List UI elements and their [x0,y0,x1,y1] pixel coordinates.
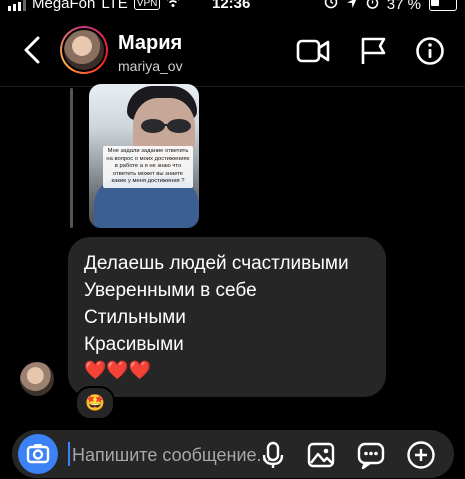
message-line: Делаешь людей счастливыми [84,253,349,274]
screen-lock-icon [324,0,338,13]
story-caption: Мне задали задание ответить на вопрос о … [103,146,193,188]
voice-message-button[interactable] [258,440,288,470]
vpn-badge: VPN [133,0,161,10]
gallery-button[interactable] [306,440,336,470]
microphone-icon [262,441,284,468]
location-icon [346,0,358,13]
story-thumbnail[interactable]: Мне задали задание ответить на вопрос о … [89,84,199,228]
chat-bubble-dots-icon [357,442,385,470]
message-line: Красивыми [84,334,184,355]
add-button[interactable] [406,440,436,470]
message-composer [12,430,454,478]
plus-circle-icon [407,441,435,469]
chevron-left-icon [24,36,40,64]
sender-avatar[interactable] [20,362,54,396]
battery-icon [429,0,457,11]
wifi-icon [166,0,180,12]
avatar-photo [62,28,106,72]
reaction-badge[interactable]: 🤩 [75,386,115,420]
info-button[interactable] [414,36,448,66]
signal-icon [8,0,26,11]
flag-icon [361,37,386,64]
chat-header: Мария mariya_ov [0,14,465,87]
message-bubble[interactable]: Делаешь людей счастливыми Уверенными в с… [68,237,386,397]
network-label: LTE [101,0,128,12]
report-button[interactable] [358,36,392,66]
video-call-button[interactable] [296,36,330,66]
text-cursor [68,442,70,466]
chat-actions-button[interactable] [356,440,386,470]
video-camera-icon [296,39,330,63]
back-button[interactable] [18,32,48,68]
alarm-icon [366,0,379,13]
contact-avatar[interactable] [60,26,108,74]
contact-username[interactable]: mariya_ov [118,58,183,74]
camera-button[interactable] [18,434,58,474]
battery-label: 37 % [386,0,421,13]
reply-indicator-line [70,88,73,228]
status-left: MegaFon LTE VPN [8,0,180,12]
status-right: 37 % [324,0,457,13]
message-input[interactable] [72,442,272,468]
info-icon [416,37,444,65]
sunglasses-icon [141,119,191,133]
camera-icon [26,444,50,464]
status-time: 12:36 [212,0,251,12]
status-bar: MegaFon LTE VPN 12:36 37 % [0,0,465,14]
message-line: Стильными [84,307,186,328]
image-icon [307,442,335,468]
carrier-label: MegaFon [32,0,96,12]
message-hearts: ❤️❤️❤️ [84,360,152,380]
contact-name[interactable]: Мария [118,32,182,55]
message-line: Уверенными в себе [84,280,257,301]
star-struck-emoji: 🤩 [85,395,105,412]
